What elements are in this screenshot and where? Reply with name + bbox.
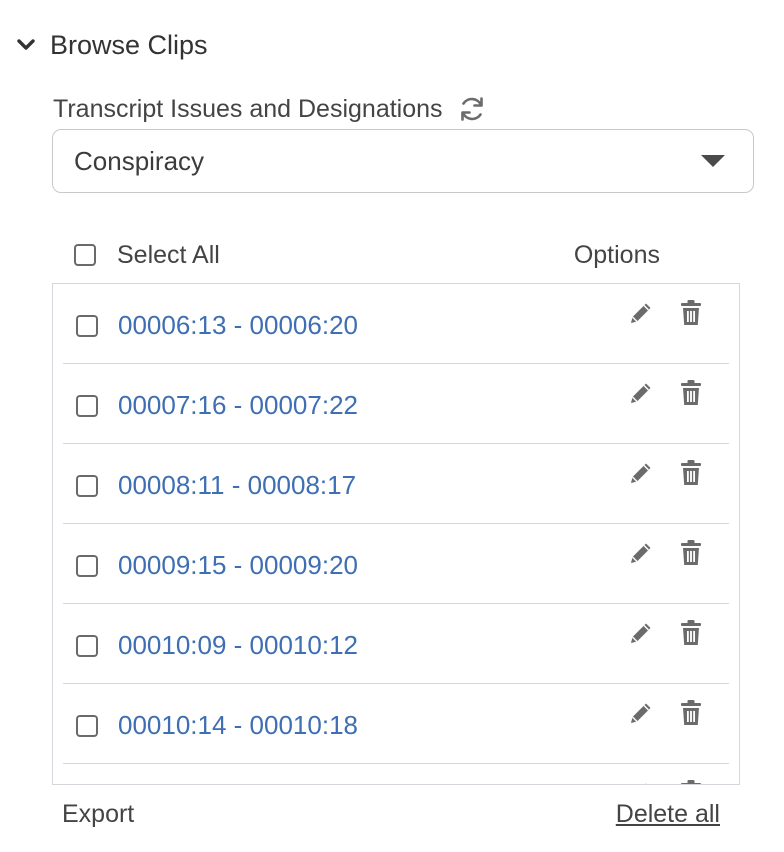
options-label: Options — [573, 240, 660, 269]
browse-clips-header[interactable]: Browse Clips — [14, 24, 208, 66]
clip-row: 00010:14 - 00010:18 — [63, 684, 729, 764]
clip-row: 00006:13 - 00006:20 — [63, 284, 729, 364]
filter-label: Transcript Issues and Designations — [53, 94, 443, 123]
trash-icon[interactable] — [676, 538, 706, 568]
clip-checkbox[interactable] — [76, 635, 98, 657]
refresh-icon[interactable] — [457, 94, 487, 124]
select-all-label: Select All — [117, 240, 220, 269]
pencil-icon[interactable] — [626, 298, 656, 328]
trash-icon[interactable] — [676, 698, 706, 728]
clip-row: 00008:11 - 00008:17 — [63, 444, 729, 524]
clip-checkbox[interactable] — [76, 715, 98, 737]
clip-row-partial — [63, 764, 729, 784]
chevron-down-icon — [14, 33, 38, 57]
trash-icon[interactable] — [676, 618, 706, 648]
select-all-checkbox[interactable] — [74, 244, 96, 266]
clip-row: 00009:15 - 00009:20 — [63, 524, 729, 604]
issues-select-value: Conspiracy — [74, 145, 205, 176]
pencil-icon[interactable] — [626, 458, 656, 488]
clip-link[interactable]: 00006:13 - 00006:20 — [118, 310, 358, 341]
clip-list-header: Select All Options — [74, 233, 674, 277]
pencil-icon[interactable] — [626, 698, 656, 728]
clip-checkbox[interactable] — [76, 555, 98, 577]
filter-label-row: Transcript Issues and Designations — [53, 88, 487, 130]
clip-checkbox[interactable] — [76, 395, 98, 417]
caret-down-icon — [701, 155, 725, 167]
trash-icon[interactable] — [676, 298, 706, 328]
clip-row: 00010:09 - 00010:12 — [63, 604, 729, 684]
clip-link[interactable]: 00010:09 - 00010:12 — [118, 630, 358, 661]
trash-icon[interactable] — [676, 778, 706, 784]
clip-link[interactable]: 00008:11 - 00008:17 — [118, 470, 356, 501]
issues-select[interactable]: Conspiracy — [52, 129, 754, 193]
trash-icon[interactable] — [676, 378, 706, 408]
clip-link[interactable]: 00007:16 - 00007:22 — [118, 390, 358, 421]
clip-list[interactable]: 00006:13 - 00006:20 00007:16 - 00007:22 … — [52, 283, 740, 785]
clip-checkbox[interactable] — [76, 475, 98, 497]
clip-link[interactable]: 00009:15 - 00009:20 — [118, 550, 358, 581]
clip-row: 00007:16 - 00007:22 — [63, 364, 729, 444]
pencil-icon[interactable] — [626, 538, 656, 568]
pencil-icon[interactable] — [626, 378, 656, 408]
pencil-icon[interactable] — [626, 778, 656, 784]
section-title: Browse Clips — [50, 29, 208, 60]
pencil-icon[interactable] — [626, 618, 656, 648]
export-button[interactable]: Export — [62, 800, 134, 829]
trash-icon[interactable] — [676, 458, 706, 488]
clip-link[interactable]: 00010:14 - 00010:18 — [118, 710, 358, 741]
clip-checkbox[interactable] — [76, 315, 98, 337]
delete-all-button[interactable]: Delete all — [616, 800, 720, 829]
